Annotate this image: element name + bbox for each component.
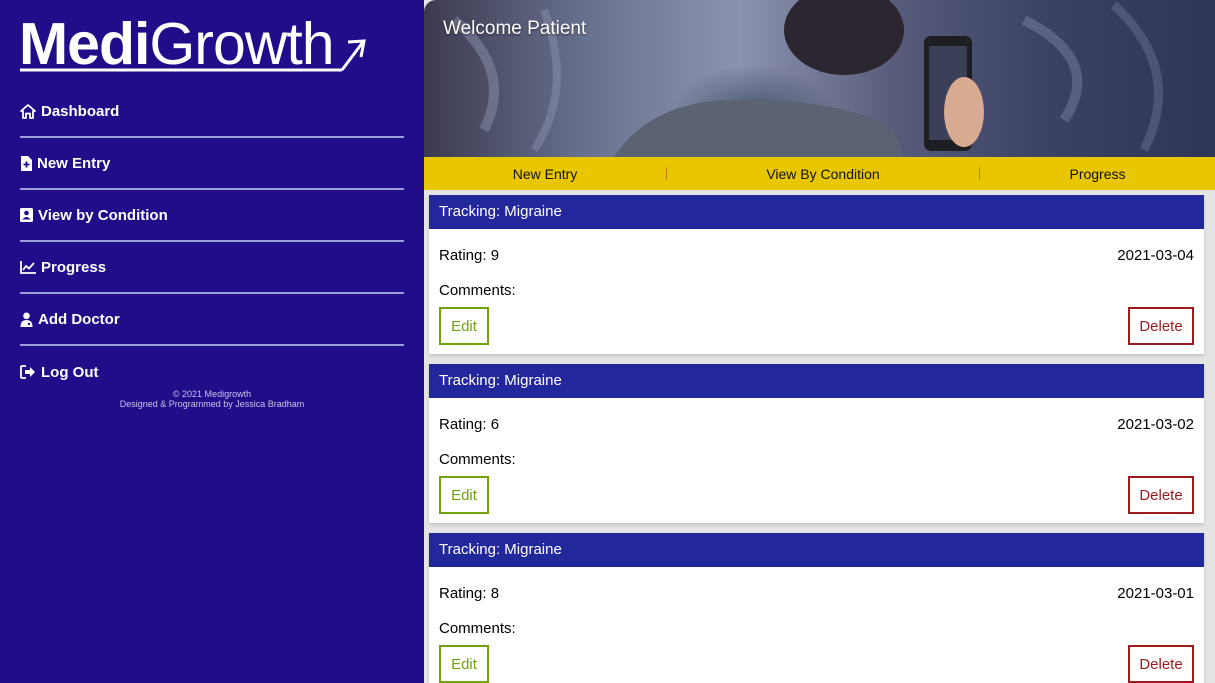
sidebar-nav: Dashboard New Entry View by Condition Pr… [20,86,404,398]
chart-line-icon [20,260,36,274]
home-icon [20,103,36,119]
copyright-text: © 2021 Medigrowth [172,389,252,399]
entry-comments: Comments: [439,451,516,468]
hero-banner: Welcome Patient [424,0,1215,157]
sidebar-item-label: Log Out [41,363,99,381]
sidebar: MediGrowth Dashboard New Entry View by C… [0,0,424,683]
delete-button[interactable]: Delete [1128,645,1194,683]
entry-date: 2021-03-01 [1117,585,1194,602]
edit-button[interactable]: Edit [439,307,489,345]
sidebar-item-dashboard[interactable]: Dashboard [20,86,404,138]
sidebar-item-view-by-condition[interactable]: View by Condition [20,190,404,242]
delete-button[interactable]: Delete [1128,476,1194,514]
entry-list: Tracking: Migraine Rating: 9 2021-03-04 … [429,195,1204,683]
tab-view-by-condition[interactable]: View By Condition [667,166,979,182]
sidebar-item-label: Add Doctor [38,310,120,328]
tab-new-entry[interactable]: New Entry [424,166,666,182]
main-content: Welcome Patient New Entry View By Condit… [424,0,1215,683]
entry-rating: Rating: 6 [439,416,500,433]
entry-card-header: Tracking: Migraine [429,533,1204,567]
entry-card-header: Tracking: Migraine [429,195,1204,229]
entry-card: Tracking: Migraine Rating: 6 2021-03-02 … [429,364,1204,523]
sidebar-footer: © 2021 Medigrowth Designed & Programmed … [0,389,424,409]
delete-button[interactable]: Delete [1128,307,1194,345]
entry-date: 2021-03-02 [1117,416,1194,433]
edit-button[interactable]: Edit [439,645,489,683]
entry-card: Tracking: Migraine Rating: 9 2021-03-04 … [429,195,1204,354]
sidebar-item-label: Progress [41,258,107,276]
logout-icon [20,365,35,379]
sidebar-item-label: New Entry [37,154,111,172]
doctor-icon [20,312,33,327]
sidebar-item-add-doctor[interactable]: Add Doctor [20,294,404,346]
credit-text: Designed & Programmed by Jessica Bradham [119,399,305,409]
entry-card-header: Tracking: Migraine [429,364,1204,398]
welcome-title: Welcome Patient [443,18,587,39]
sidebar-item-progress[interactable]: Progress [20,242,404,294]
tab-bar: New Entry View By Condition Progress [424,157,1215,190]
id-card-icon [20,208,33,222]
logo[interactable]: MediGrowth [19,12,369,76]
edit-button[interactable]: Edit [439,476,489,514]
entry-rating: Rating: 9 [439,247,500,264]
entry-rating: Rating: 8 [439,585,500,602]
sidebar-item-label: Dashboard [41,102,120,120]
entry-comments: Comments: [439,620,516,637]
tab-progress[interactable]: Progress [980,166,1215,182]
file-plus-icon [21,155,32,171]
sidebar-item-label: View by Condition [38,206,168,224]
entry-card: Tracking: Migraine Rating: 8 2021-03-01 … [429,533,1204,683]
sidebar-item-new-entry[interactable]: New Entry [20,138,404,190]
entry-comments: Comments: [439,282,516,299]
entry-date: 2021-03-04 [1117,247,1194,264]
growth-arrow-icon [20,39,366,72]
